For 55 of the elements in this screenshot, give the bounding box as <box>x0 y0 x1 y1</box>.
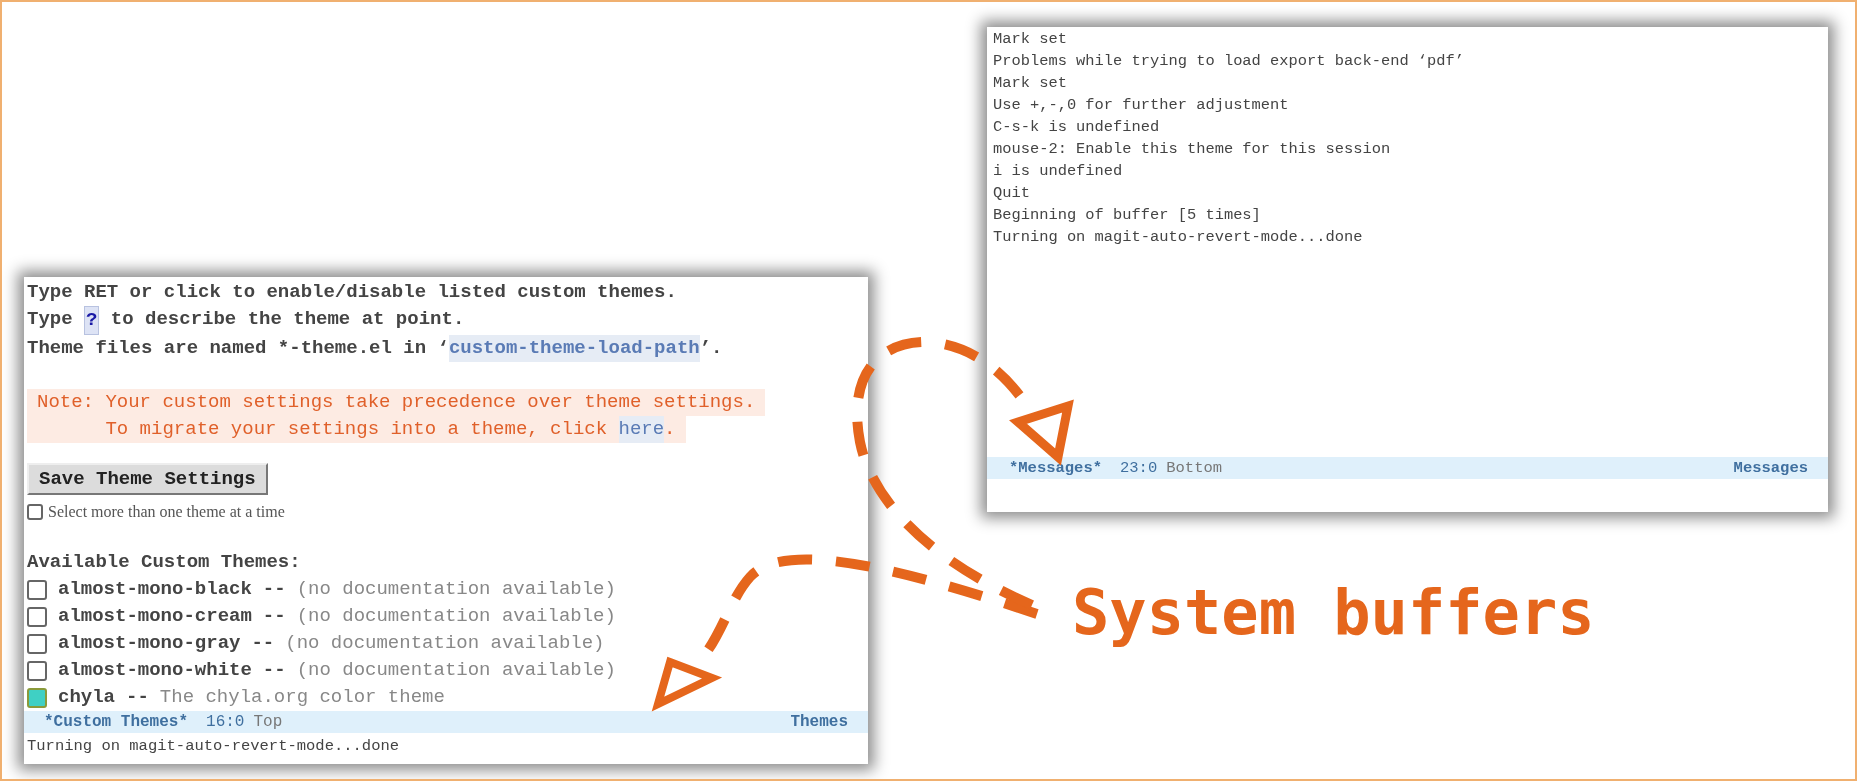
separator: -- <box>126 685 149 710</box>
message-line: i is undefined <box>993 161 1123 182</box>
link[interactable]: custom-theme-load-path <box>448 335 700 362</box>
message-line: mouse-2: Enable this theme for this session <box>993 139 1391 160</box>
cursor-position: 16:0 <box>206 711 245 733</box>
major-mode: Themes <box>790 711 848 733</box>
theme-name[interactable]: almost-mono-gray <box>58 630 241 657</box>
theme-name[interactable]: chyla <box>58 684 115 711</box>
separator: -- <box>251 631 275 656</box>
message-line: Use +,-,0 for further adjustment <box>993 95 1289 116</box>
theme-description: (no documentation available) <box>296 604 616 629</box>
echo-area: Turning on magit-auto-revert-mode...done <box>24 734 868 758</box>
theme-description: (no documentation available) <box>296 577 616 602</box>
text: Theme files are named *-theme.el in ‘ <box>27 336 449 361</box>
message-line: Mark set <box>993 29 1067 50</box>
checkbox-label: Select more than one theme at a time <box>48 502 285 522</box>
theme-name[interactable]: almost-mono-black <box>58 576 252 603</box>
section-heading: Available Custom Themes: <box>27 550 301 575</box>
save-theme-settings-button[interactable]: Save Theme Settings <box>27 463 268 495</box>
scroll-position: Top <box>253 711 283 733</box>
theme-name[interactable]: almost-mono-white <box>58 657 252 684</box>
theme-description: The chyla.org color theme <box>159 685 445 710</box>
text: Type RET or click to enable/disable listed custom themes. <box>27 280 677 305</box>
message-line: Quit <box>993 183 1030 204</box>
link[interactable]: here <box>618 416 665 443</box>
message-line: Mark set <box>993 73 1067 94</box>
checkbox[interactable] <box>27 606 47 627</box>
text: To migrate your settings into a theme, click <box>104 417 609 442</box>
separator: -- <box>262 604 286 629</box>
checkbox[interactable] <box>27 687 47 708</box>
separator: -- <box>262 577 286 602</box>
text: Note: Your custom settings take precedence over theme settings. <box>37 390 756 415</box>
separator: -- <box>262 658 286 683</box>
theme-description: (no documentation available) <box>296 658 616 683</box>
text: Type <box>27 307 74 332</box>
message-line: C-s-k is undefined <box>993 117 1160 138</box>
text: ’. <box>699 336 723 361</box>
annotation-label: System buffers <box>1072 575 1595 651</box>
scroll-position: Bottom <box>1166 458 1223 479</box>
checkbox[interactable] <box>27 633 47 654</box>
message-line: Problems while trying to load export back-end ‘pdf’ <box>993 51 1465 72</box>
checkbox[interactable] <box>27 579 47 600</box>
key-hint: ? <box>84 306 100 335</box>
text: to describe the theme at point. <box>109 307 465 332</box>
checkbox[interactable] <box>27 503 43 520</box>
message-line: Beginning of buffer [5 times] <box>993 205 1261 226</box>
buffer-name: *Custom Themes* <box>44 711 189 733</box>
text: . <box>664 417 676 442</box>
theme-description: (no documentation available) <box>285 631 605 656</box>
major-mode: Messages <box>1733 458 1808 479</box>
checkbox[interactable] <box>27 660 47 681</box>
message-line: Turning on magit-auto-revert-mode...done <box>993 227 1363 248</box>
cursor-position: 23:0 <box>1120 458 1158 479</box>
buffer-name: *Messages* <box>1009 458 1102 479</box>
theme-name[interactable]: almost-mono-cream <box>58 603 252 630</box>
